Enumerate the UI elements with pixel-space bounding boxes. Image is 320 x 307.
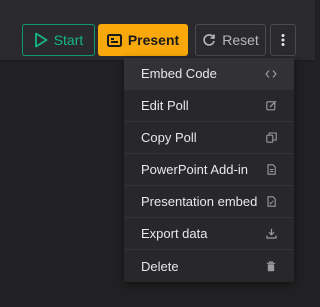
top-toolbar: Start Present Reset <box>0 0 315 61</box>
download-icon <box>265 228 277 240</box>
more-options-button[interactable] <box>270 24 296 56</box>
menu-item-powerpoint-add-in[interactable]: PowerPoint Add-in <box>124 154 294 186</box>
edit-icon <box>265 100 277 112</box>
menu-item-label: Delete <box>141 258 179 274</box>
play-icon <box>34 32 48 48</box>
code-icon <box>265 68 277 80</box>
copy-icon <box>265 132 277 144</box>
menu-item-label: Presentation embed <box>141 194 258 209</box>
trash-icon <box>265 260 277 272</box>
menu-item-copy-poll[interactable]: Copy Poll <box>124 122 294 154</box>
document-icon <box>265 196 277 208</box>
reset-icon <box>202 33 216 47</box>
menu-item-presentation-embed[interactable]: Presentation embed <box>124 186 294 218</box>
present-icon <box>106 33 122 47</box>
file-icon <box>265 164 277 176</box>
options-dropdown-menu: Embed Code Edit Poll Copy Poll PowerPoin… <box>124 58 294 282</box>
menu-item-export-data[interactable]: Export data <box>124 218 294 250</box>
menu-item-edit-poll[interactable]: Edit Poll <box>124 90 294 122</box>
menu-item-label: PowerPoint Add-in <box>141 162 248 177</box>
menu-item-label: Edit Poll <box>141 98 189 113</box>
menu-item-label: Copy Poll <box>141 130 197 145</box>
reset-button[interactable]: Reset <box>195 24 266 56</box>
start-label: Start <box>53 32 84 48</box>
menu-item-label: Embed Code <box>141 66 217 81</box>
more-vertical-icon <box>281 33 285 47</box>
menu-item-delete[interactable]: Delete <box>124 250 294 282</box>
menu-item-label: Export data <box>141 226 208 241</box>
reset-label: Reset <box>222 32 259 48</box>
present-label: Present <box>127 32 180 48</box>
present-button[interactable]: Present <box>98 24 188 56</box>
menu-item-embed-code[interactable]: Embed Code <box>124 58 294 90</box>
start-button[interactable]: Start <box>22 24 95 56</box>
